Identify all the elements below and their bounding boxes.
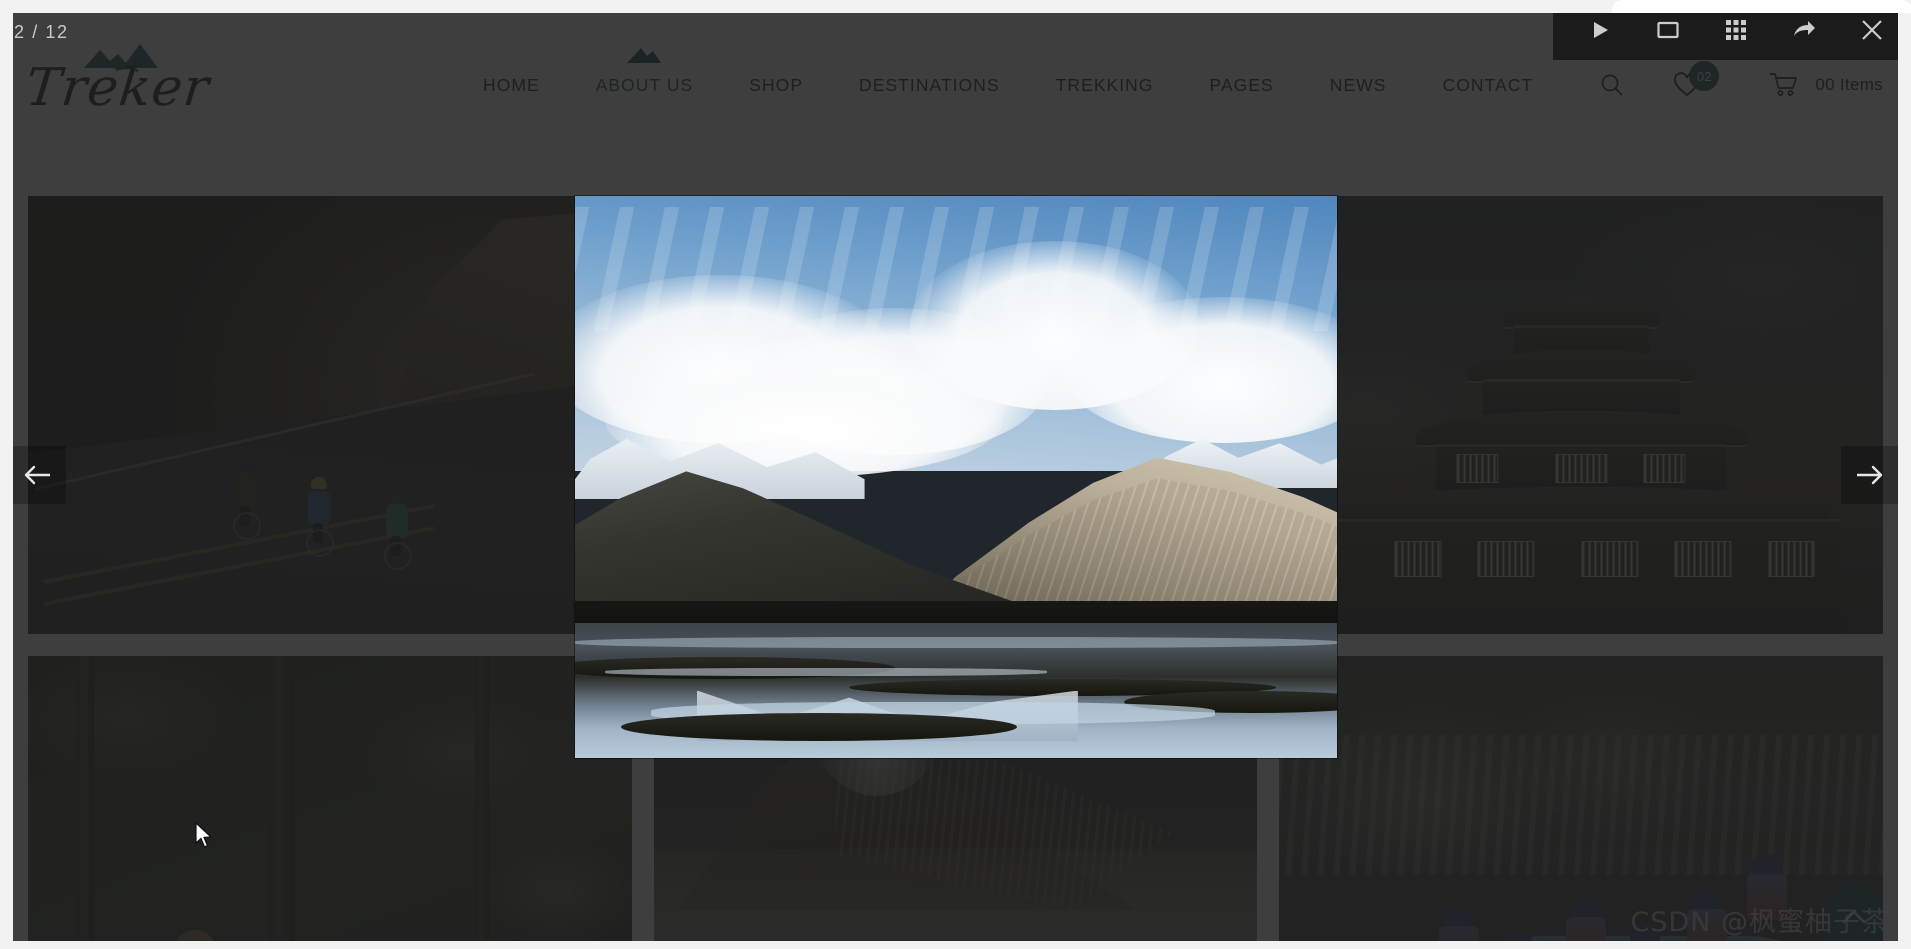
fullscreen-icon[interactable] xyxy=(1651,13,1685,47)
screenshot-root: Treker HOME ABOUT US SHOP DESTINATIONS T… xyxy=(0,0,1911,949)
close-icon[interactable] xyxy=(1855,13,1889,47)
browser-tab[interactable] xyxy=(1612,0,1911,13)
lightbox-overlay: 2 / 12 xyxy=(0,0,1911,949)
browser-chrome-left xyxy=(0,0,13,949)
lightbox-next-button[interactable] xyxy=(1841,445,1899,504)
thumbnails-icon[interactable] xyxy=(1719,13,1753,47)
arrow-left-icon xyxy=(24,465,50,484)
arrow-right-icon xyxy=(1857,465,1883,484)
lightbox-image xyxy=(575,196,1337,758)
lightbox-prev-button[interactable] xyxy=(8,445,66,504)
share-icon[interactable] xyxy=(1787,13,1821,47)
lightbox-counter: 2 / 12 xyxy=(14,22,69,42)
browser-chrome-right xyxy=(1898,0,1911,949)
play-icon[interactable] xyxy=(1583,13,1617,47)
browser-chrome-bottom xyxy=(0,941,1911,949)
